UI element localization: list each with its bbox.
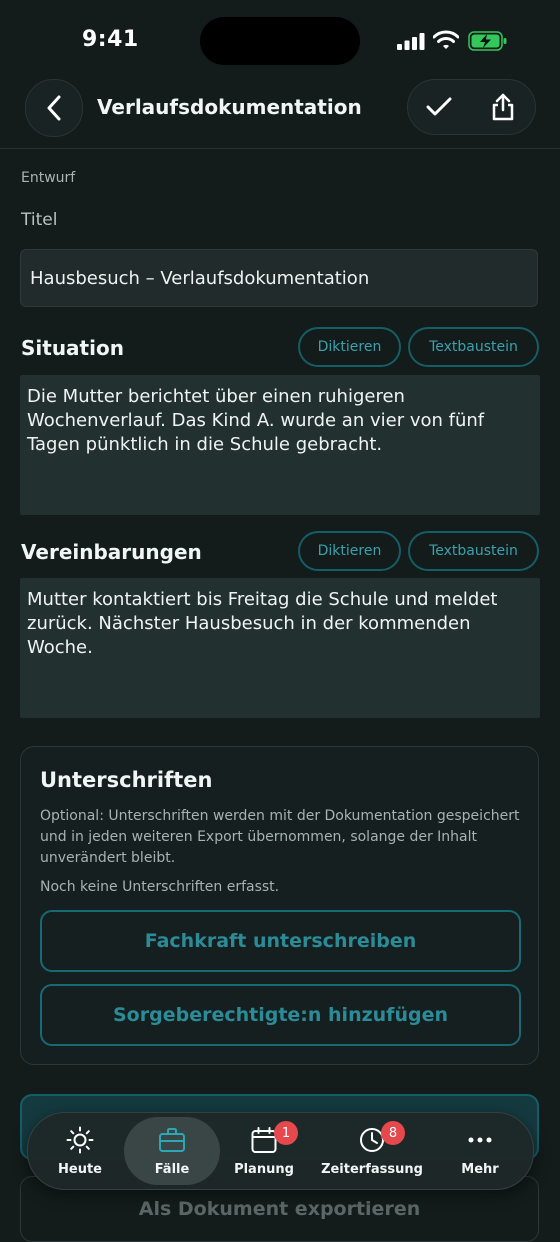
planung-badge: 1 <box>274 1121 298 1145</box>
page-title: Verlaufsdokumentation <box>97 95 362 119</box>
tab-bar: Heute Fälle Planung 1 Zeiterfassung 8 Me… <box>27 1112 534 1190</box>
tab-zeiterfassung[interactable]: Zeiterfassung <box>312 1113 432 1189</box>
agreements-dictate-button[interactable]: Diktieren <box>298 531 401 571</box>
tab-label: Fälle <box>154 1161 190 1177</box>
signal-icon <box>397 33 425 50</box>
situation-dictate-button[interactable]: Diktieren <box>298 327 401 367</box>
agreements-textarea[interactable]: Mutter kontaktiert bis Freitag die Schul… <box>20 578 540 718</box>
signatures-description: Optional: Unterschriften werden mit der … <box>40 808 520 866</box>
dynamic-island <box>200 17 360 65</box>
signatures-empty-state: Noch keine Unterschriften erfasst. <box>40 879 280 895</box>
situation-textarea[interactable]: Die Mutter berichtet über einen ruhigere… <box>20 375 540 515</box>
tab-heute[interactable]: Heute <box>36 1113 124 1189</box>
chevron-left-icon <box>47 95 61 121</box>
checkmark-icon <box>426 97 452 116</box>
agreements-snippet-button[interactable]: Textbaustein <box>408 531 539 571</box>
sign-as-professional-button[interactable]: Fachkraft unterschreiben <box>40 910 521 972</box>
wifi-icon <box>433 30 459 49</box>
situation-snippet-button[interactable]: Textbaustein <box>408 327 539 367</box>
agreements-heading: Vereinbarungen <box>21 540 202 564</box>
share-icon <box>492 93 514 121</box>
share-button[interactable] <box>472 80 534 134</box>
tab-faelle[interactable]: Fälle <box>124 1113 220 1189</box>
add-guardian-signature-button[interactable]: Sorgeberechtigte:n hinzufügen <box>40 984 521 1046</box>
status-bar: 9:41 <box>0 0 560 80</box>
tab-label: Zeiterfassung <box>321 1161 423 1177</box>
zeiterfassung-badge: 8 <box>381 1121 405 1145</box>
briefcase-icon <box>159 1127 185 1152</box>
title-field-label: Titel <box>21 210 58 230</box>
tab-label: Planung <box>234 1161 294 1177</box>
battery-charging-icon <box>468 31 507 51</box>
sun-icon <box>66 1126 94 1153</box>
tab-label: Mehr <box>461 1161 499 1177</box>
signatures-card: Unterschriften Optional: Unterschriften … <box>20 746 539 1065</box>
nav-actions-group <box>407 79 536 135</box>
status-time: 9:41 <box>82 27 139 52</box>
tab-mehr[interactable]: Mehr <box>436 1113 524 1189</box>
draft-status-label: Entwurf <box>21 170 76 186</box>
back-button[interactable] <box>25 79 83 137</box>
tab-label: Heute <box>58 1161 102 1177</box>
more-icon <box>468 1137 492 1142</box>
signatures-title: Unterschriften <box>40 768 213 792</box>
navigation-bar: Verlaufsdokumentation <box>0 78 560 149</box>
situation-heading: Situation <box>21 336 124 360</box>
title-input[interactable]: Hausbesuch – Verlaufsdokumentation <box>20 249 538 307</box>
save-button[interactable] <box>408 80 470 134</box>
